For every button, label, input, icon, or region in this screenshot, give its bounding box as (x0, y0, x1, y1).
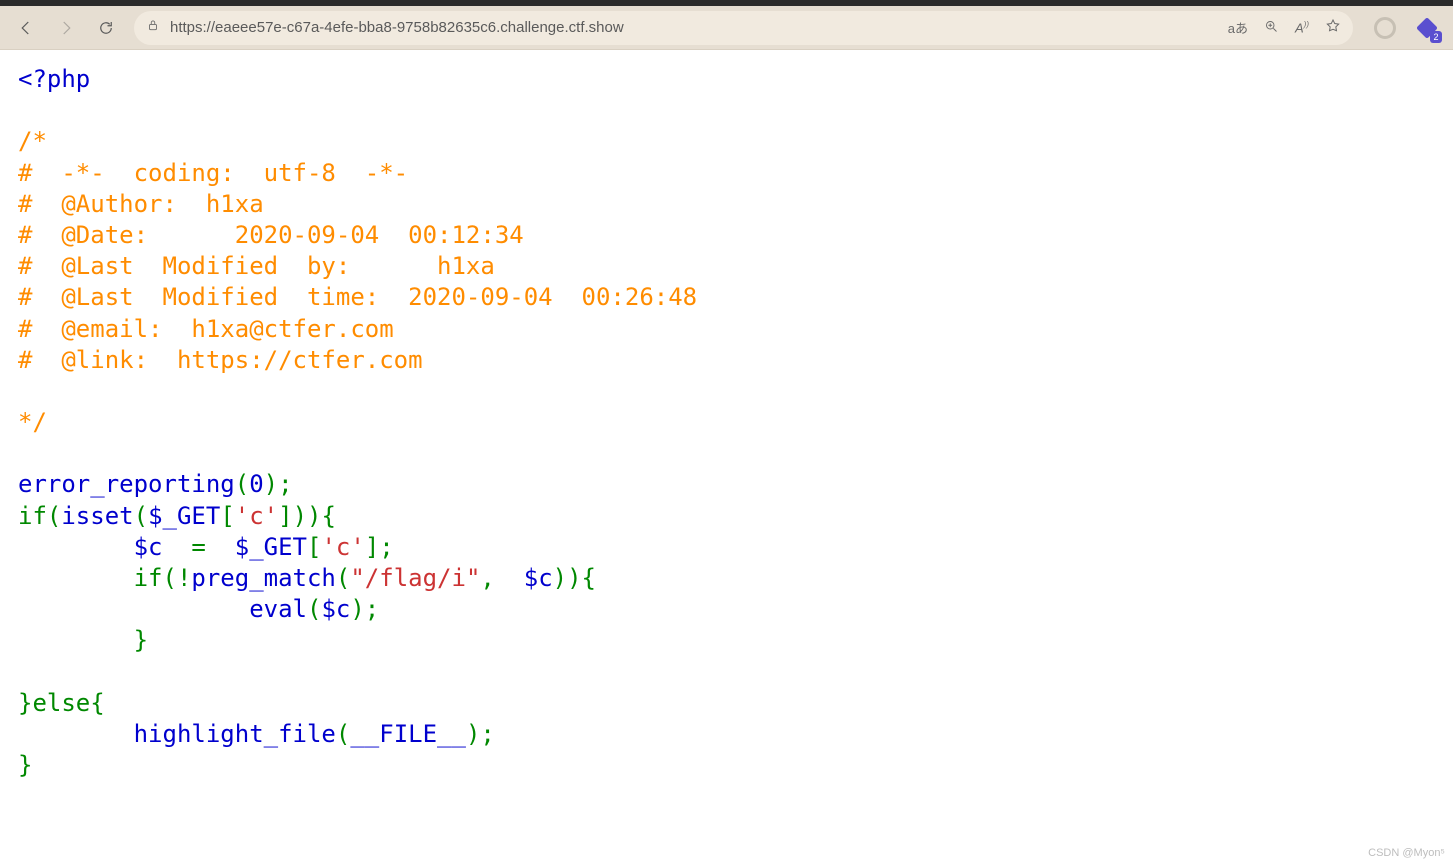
browser-toolbar: https://eaeee57e-c67a-4efe-bba8-9758b826… (0, 6, 1453, 50)
kw-else: else{ (32, 689, 104, 717)
page-content: <?php /* # -*- coding: utf-8 -*- # @Auth… (0, 50, 1453, 795)
php-open-tag: <?php (18, 65, 90, 93)
var-c: $c (134, 533, 163, 561)
comment-block: /* # -*- coding: utf-8 -*- # @Author: h1… (18, 127, 697, 436)
kw-if: if( (18, 502, 61, 530)
profile-icon[interactable] (1367, 10, 1403, 46)
fn-highlight-file: highlight_file (134, 720, 336, 748)
fn-preg-match: preg_match (191, 564, 336, 592)
forward-button[interactable] (48, 10, 84, 46)
extension-icon[interactable]: 2 (1409, 10, 1445, 46)
favorite-icon[interactable] (1325, 18, 1341, 37)
translate-icon[interactable]: aあ (1228, 18, 1248, 37)
zoom-icon[interactable] (1264, 19, 1279, 37)
fn-eval: eval (249, 595, 307, 623)
watermark: CSDN @Myon⁵ (1368, 847, 1445, 859)
read-aloud-icon[interactable]: A)) (1295, 20, 1309, 35)
refresh-button[interactable] (88, 10, 124, 46)
url-text: https://eaeee57e-c67a-4efe-bba8-9758b826… (170, 19, 1218, 36)
address-bar[interactable]: https://eaeee57e-c67a-4efe-bba8-9758b826… (134, 11, 1353, 45)
lock-icon (146, 18, 160, 37)
back-button[interactable] (8, 10, 44, 46)
addr-right-icons: aあ A)) (1228, 18, 1341, 37)
toolbar-right: 2 (1363, 10, 1445, 46)
fn-error-reporting: error_reporting (18, 470, 235, 498)
